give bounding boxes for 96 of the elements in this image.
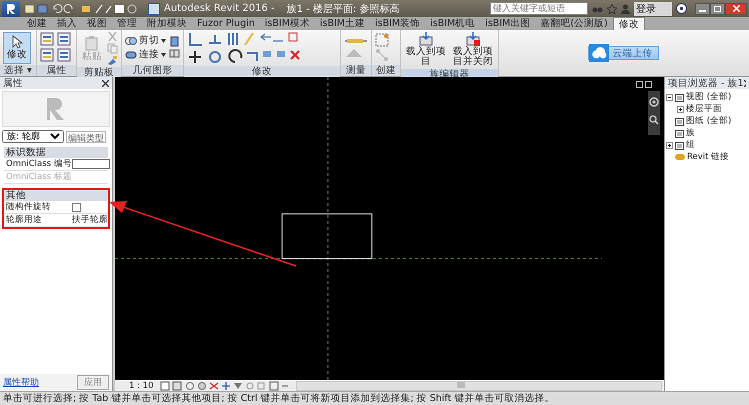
property-value[interactable]: 扶手轮廓 (72, 214, 108, 226)
folder-icon (675, 140, 684, 150)
star-icon[interactable] (607, 4, 617, 14)
cursor-icon (11, 35, 23, 49)
expand-toggle[interactable] (666, 94, 673, 100)
maximize-icon (714, 6, 721, 12)
properties-icon[interactable] (56, 32, 72, 47)
zoom-icon[interactable] (649, 115, 659, 125)
application-menu-button[interactable] (2, 0, 20, 16)
sign-in-label[interactable]: 登录 (634, 2, 672, 16)
help-icon[interactable] (676, 3, 687, 14)
section-header[interactable]: 标识数据 (4, 147, 108, 158)
split-face-icon[interactable] (168, 48, 180, 59)
property-label: 随构件旋转 (5, 201, 52, 213)
tree-item[interactable]: Revit 链接 (687, 151, 730, 163)
property-label: 轮廓用途 (5, 214, 43, 226)
panel-title: 属性 (3, 76, 23, 90)
properties-icon[interactable] (56, 48, 72, 63)
ribbon-panel-title: 属性 (36, 65, 76, 76)
maximize-button[interactable] (710, 2, 725, 14)
link-icon (675, 154, 685, 160)
search-field[interactable]: 键入关键字或短语 (490, 2, 588, 15)
tree-item[interactable]: 组 (686, 139, 695, 151)
ribbon-tab[interactable]: isBIM模术 (260, 17, 315, 30)
ribbon-tab[interactable]: 管理 (112, 17, 142, 30)
join-geometry-icon (124, 50, 137, 60)
close-button[interactable] (725, 2, 747, 14)
ribbon-tab[interactable]: 附加模块 (142, 17, 192, 30)
ribbon-tab[interactable]: isBIM装饰 (370, 17, 426, 30)
properties-icon[interactable] (40, 32, 55, 47)
checkbox[interactable] (72, 202, 81, 212)
horizontal-scrollbar[interactable] (296, 380, 662, 390)
steering-wheel-icon[interactable] (649, 97, 659, 107)
ribbon-panel-title: 几何图形 (122, 65, 183, 76)
tree-item[interactable]: 图纸 (全部) (686, 115, 732, 127)
cloud-upload-button[interactable]: 云端上传 (588, 46, 660, 60)
close-icon (732, 5, 740, 12)
cut-geometry-icon (124, 36, 137, 46)
clipboard-icon (84, 36, 99, 50)
measure-icon[interactable] (344, 36, 368, 46)
match-properties-icon[interactable] (106, 55, 118, 66)
load-and-close-button[interactable]: 载入到项目并关闭 (450, 31, 495, 68)
caret-icon (160, 38, 166, 42)
ribbon-tab[interactable]: 修改 (612, 17, 645, 30)
view-scale[interactable]: 1 : 10 (129, 380, 154, 390)
tree-item[interactable]: 楼层平面 (686, 103, 722, 115)
properties-icon[interactable] (40, 48, 55, 63)
view-control-icons-drawing[interactable] (160, 380, 290, 390)
panel-title: 项目浏览器 - 族1 (668, 76, 744, 90)
application-title: Autodesk Revit 2016 - (164, 3, 275, 14)
wall-joins-icon[interactable] (168, 36, 180, 47)
load-into-project-button[interactable]: 载入到项目 (404, 31, 448, 68)
folder-icon (675, 92, 684, 102)
close-icon[interactable] (744, 80, 746, 86)
ribbon-tab[interactable]: isBIM机电 (425, 17, 480, 30)
status-bar-text: 单击可进行选择; 按 Tab 键并单击可选择其他项目; 按 Ctrl 键并单击可将新项目添加到选择集; 按 Shift 键并单击可取消选择。 (0, 391, 749, 405)
cloud-icon (589, 44, 610, 62)
app-logo-icon (5, 2, 17, 14)
folder-icon (675, 116, 684, 126)
ribbon-tab[interactable]: 创建 (22, 17, 52, 30)
create-group-icon[interactable] (374, 33, 389, 47)
ribbon-panel-title: 修改 (184, 66, 340, 77)
load-icon (418, 32, 433, 46)
ribbon-tab[interactable]: isBIM出图 (480, 17, 536, 30)
tree-item[interactable]: 族 (686, 127, 695, 139)
ribbon-tab[interactable]: Fuzor Plugin (192, 17, 260, 30)
load-and-close-icon (466, 32, 480, 46)
expand-toggle[interactable] (666, 142, 673, 148)
ribbon-tab[interactable]: 视图 (82, 17, 112, 30)
ribbon-tab[interactable]: isBIM土建 (314, 17, 370, 30)
edit-type-button[interactable]: 编辑类型 (66, 130, 106, 142)
profile-rectangle[interactable] (282, 213, 372, 260)
document-title: 族1 - 楼层平面: 参照标高 (286, 2, 400, 16)
close-icon[interactable] (102, 80, 109, 86)
ribbon-panel-title: 测量 (340, 65, 371, 76)
ribbon-panel-title: 选择 ▾ (0, 65, 36, 76)
restore-icon[interactable] (636, 81, 643, 88)
join-geometry-button[interactable]: 连接 (124, 48, 166, 61)
close-icon[interactable] (645, 81, 652, 88)
property-label: OmniClass 标题 (5, 171, 72, 183)
ribbon-tab[interactable]: 插入 (52, 17, 82, 30)
tree-item[interactable]: 视图 (全部) (686, 91, 732, 103)
modify-button[interactable]: 修改 (3, 32, 31, 64)
minimize-button[interactable] (695, 2, 710, 14)
user-icon[interactable] (621, 4, 630, 14)
expand-toggle[interactable] (677, 106, 684, 112)
value-field[interactable] (72, 159, 110, 169)
ribbon-panel-title: 创建 (372, 65, 400, 76)
property-label: OmniClass 编号 (5, 158, 72, 170)
cut-geometry-button[interactable]: 剪切 (124, 34, 166, 47)
properties-help-link[interactable]: 属性帮助 (3, 376, 39, 389)
caret-icon (160, 52, 166, 56)
folder-icon (675, 128, 684, 138)
ribbon-tab[interactable]: 嘉翻吧(公测版) (535, 17, 613, 30)
section-header[interactable]: 其他 (4, 190, 108, 201)
type-selector[interactable]: 族: 轮廓 (2, 130, 64, 143)
